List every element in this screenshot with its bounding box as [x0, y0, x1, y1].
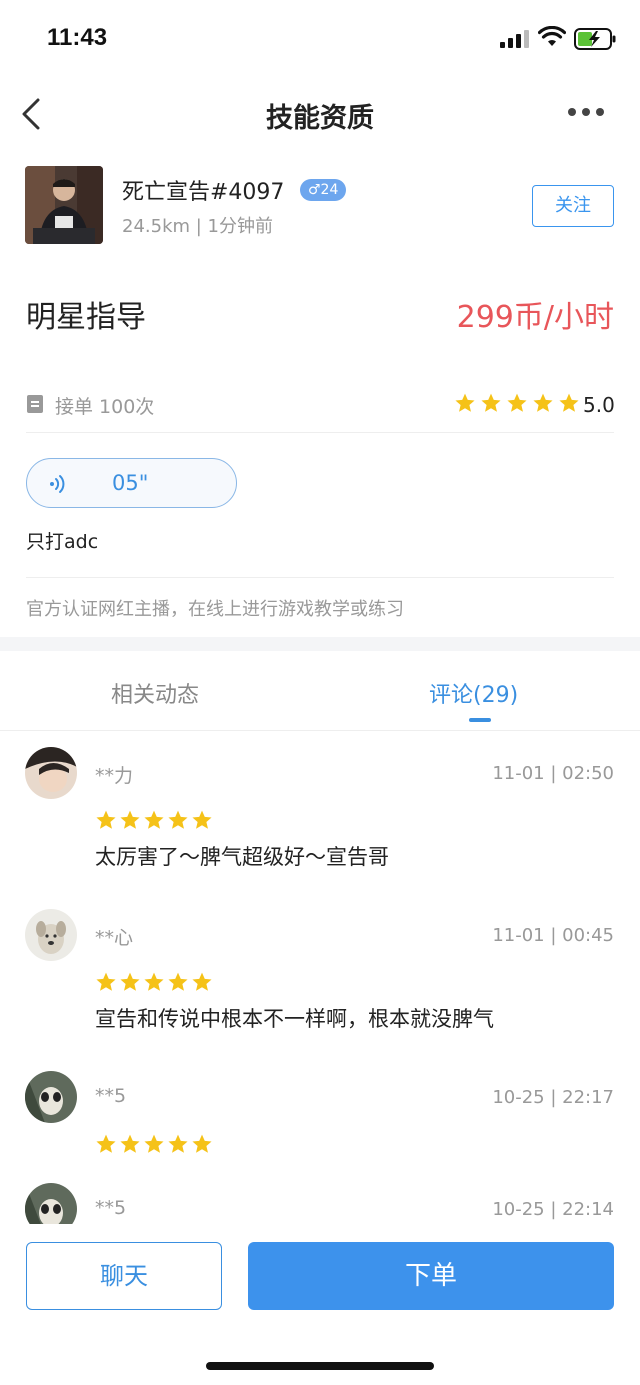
wifi-icon	[538, 26, 566, 46]
user-avatar[interactable]	[25, 166, 103, 244]
voice-duration: 05"	[112, 471, 149, 495]
comment-time: 11-01 | 02:50	[492, 763, 614, 784]
status-time: 11:43	[47, 24, 108, 51]
star-icon	[192, 1134, 212, 1153]
comment-time: 10-25 | 22:14	[492, 1199, 614, 1220]
status-bar: 11:43	[0, 0, 640, 78]
commenter-avatar[interactable]	[25, 1183, 77, 1224]
star-icon	[96, 972, 116, 991]
comment-user: **5	[95, 1197, 127, 1219]
avatar-photo-icon	[25, 166, 103, 244]
star-icon	[533, 393, 553, 412]
voice-wave-icon	[50, 475, 65, 493]
follow-button[interactable]: 关注	[532, 185, 614, 227]
gender-age-badge: ♂24	[300, 179, 347, 201]
comment-user: **5	[95, 1085, 127, 1107]
star-icon	[192, 972, 212, 991]
star-icon	[507, 393, 527, 412]
divider	[26, 577, 614, 578]
star-icon	[120, 1134, 140, 1153]
nav-bar: 技能资质	[0, 78, 640, 148]
star-icon	[120, 810, 140, 829]
skill-price: 299币/小时	[456, 300, 614, 335]
comment-text: 太厉害了～脾气超级好～宣告哥	[95, 845, 389, 869]
tab-comments[interactable]: 评论(29)	[429, 677, 518, 709]
star-icon	[168, 1134, 188, 1153]
avatar-photo-icon	[25, 747, 77, 799]
orders-icon	[27, 395, 43, 413]
commenter-avatar[interactable]	[25, 747, 77, 799]
rating-value: 5.0	[583, 393, 615, 417]
orders-count: 接单 100次	[55, 396, 155, 418]
divider	[26, 432, 614, 433]
user-name: 死亡宣告#4097	[122, 180, 285, 205]
star-icon	[144, 1134, 164, 1153]
place-order-button[interactable]: 下单	[248, 1242, 614, 1310]
commenter-avatar[interactable]	[25, 909, 77, 961]
comment-text: 宣告和传说中根本不一样啊，根本就没脾气	[95, 1007, 494, 1031]
star-icon	[96, 810, 116, 829]
star-icon	[144, 810, 164, 829]
tab-related-moments[interactable]: 相关动态	[111, 677, 199, 709]
skill-note: 只打adc	[26, 531, 99, 553]
active-tab-indicator	[469, 718, 491, 722]
comment-user: **力	[95, 765, 134, 787]
star-icon	[481, 393, 501, 412]
star-icon	[120, 972, 140, 991]
rating-stars	[454, 392, 580, 416]
home-indicator	[206, 1362, 434, 1370]
comment-time: 10-25 | 22:17	[492, 1087, 614, 1108]
more-options-icon[interactable]	[566, 104, 606, 120]
comment-stars	[95, 809, 213, 831]
star-icon	[168, 810, 188, 829]
star-icon	[455, 393, 475, 412]
comment-stars	[95, 1133, 213, 1155]
star-icon	[168, 972, 188, 991]
comment-item: **心 11-01 | 00:45 宣告和传说中根本不一样啊，根本就没脾气	[0, 909, 640, 1069]
comment-stars	[95, 971, 213, 993]
skill-description: 官方认证网红主播，在线上进行游戏教学或练习	[26, 599, 404, 620]
battery-charging-icon	[574, 28, 616, 50]
comment-time: 11-01 | 00:45	[492, 925, 614, 946]
chat-button[interactable]: 聊天	[26, 1242, 222, 1310]
bottom-action-bar: 聊天 下单	[0, 1224, 640, 1385]
section-separator	[0, 637, 640, 651]
comment-user: **心	[95, 927, 134, 949]
divider	[0, 730, 640, 731]
avatar-photo-icon	[25, 1183, 77, 1224]
cellular-signal-icon	[500, 30, 529, 48]
skill-title: 明星指导	[26, 300, 146, 335]
voice-intro-button[interactable]: 05"	[26, 458, 237, 508]
comment-item: **力 11-01 | 02:50 太厉害了～脾气超级好～宣告哥	[0, 747, 640, 907]
comment-item: **5 10-25 | 22:14	[0, 1183, 640, 1224]
star-icon	[192, 810, 212, 829]
avatar-photo-icon	[25, 1071, 77, 1123]
star-icon	[559, 393, 579, 412]
distance-last-active: 24.5km | 1分钟前	[122, 216, 273, 237]
commenter-avatar[interactable]	[25, 1071, 77, 1123]
star-icon	[96, 1134, 116, 1153]
page-title: 技能资质	[266, 103, 374, 134]
star-icon	[144, 972, 164, 991]
avatar-photo-icon	[25, 909, 77, 961]
